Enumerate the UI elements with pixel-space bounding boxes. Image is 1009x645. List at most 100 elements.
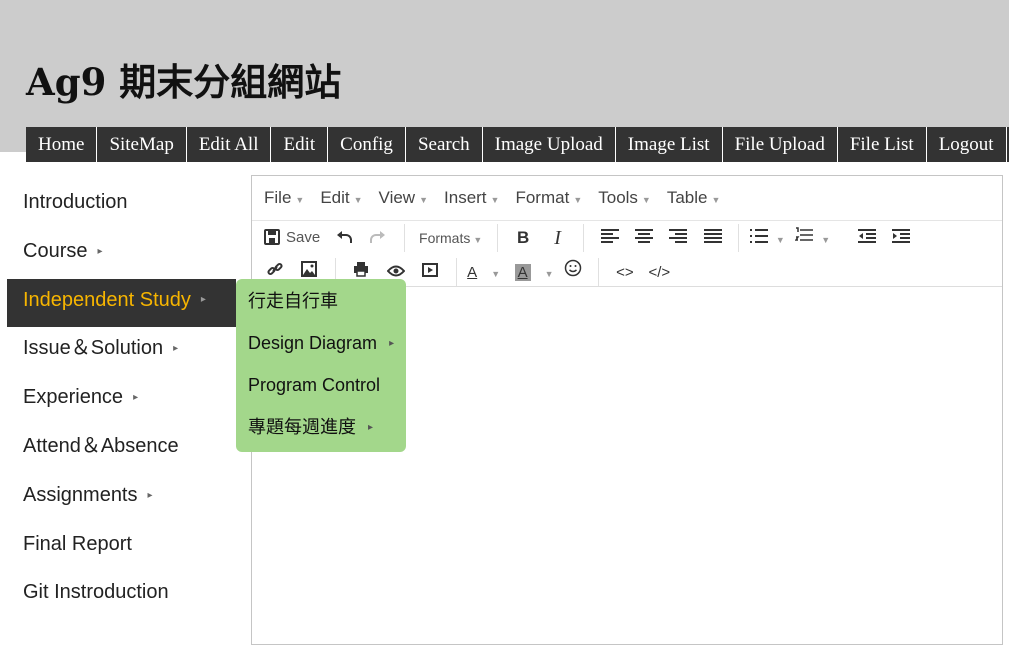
toolbar-separator bbox=[598, 258, 600, 286]
chevron-down-icon: ▼ bbox=[419, 195, 429, 205]
chevron-down-icon: ▼ bbox=[353, 195, 363, 205]
caret-right-icon: ▸ bbox=[200, 294, 206, 306]
outdent-button[interactable] bbox=[852, 221, 882, 255]
indent-icon bbox=[892, 229, 911, 243]
submenu-item-4[interactable]: 專題每週進度 ▸ bbox=[236, 406, 406, 448]
sidebar-item-label: Assignments bbox=[23, 483, 138, 506]
background-color-button[interactable]: A ▼ bbox=[514, 255, 554, 289]
emoticons-button[interactable] bbox=[558, 255, 588, 289]
nav-edit-all[interactable]: Edit All bbox=[187, 127, 272, 162]
align-center-button[interactable] bbox=[629, 221, 659, 255]
menu-label: Edit bbox=[320, 188, 350, 207]
editor-toolbar-row-1: Save Formats ▼ B I ▼ ▼ bbox=[252, 221, 1002, 255]
align-justify-button[interactable] bbox=[698, 221, 728, 255]
bullet-list-icon bbox=[749, 229, 768, 243]
align-left-icon bbox=[600, 229, 619, 243]
submenu-item-label: Program Control bbox=[248, 375, 381, 395]
menu-view[interactable]: View ▼ bbox=[371, 176, 436, 222]
sidebar-item-git-instroduction[interactable]: Git Instroduction bbox=[7, 571, 236, 620]
sidebar-item-label: Course bbox=[23, 239, 88, 262]
emoticons-icon bbox=[564, 259, 582, 277]
menu-label: View bbox=[378, 188, 416, 207]
sidebar-item-label: Experience bbox=[23, 386, 124, 409]
sidebar-item-label: Issue＆Solution bbox=[23, 337, 164, 360]
numbered-list-button[interactable]: ▼ bbox=[794, 221, 831, 255]
nav-file-list[interactable]: File List bbox=[838, 127, 927, 162]
sidebar-item-issue-solution[interactable]: Issue＆Solution ▸ bbox=[7, 327, 236, 376]
bold-button[interactable]: B bbox=[508, 221, 538, 255]
caret-right-icon: ▸ bbox=[368, 422, 374, 434]
editor-menubar: File ▼ Edit ▼ View ▼ Insert ▼ Format ▼ Tools ▼ Table… bbox=[252, 176, 1002, 221]
nav-config[interactable]: Config bbox=[328, 127, 406, 162]
undo-button[interactable] bbox=[329, 221, 359, 255]
menu-file[interactable]: File ▼ bbox=[256, 176, 312, 222]
align-center-icon bbox=[635, 229, 653, 243]
nav-sitemap[interactable]: SiteMap bbox=[97, 127, 187, 162]
outdent-icon bbox=[858, 229, 877, 243]
sidebar-item-assignments[interactable]: Assignments ▸ bbox=[7, 474, 236, 523]
chevron-down-icon: ▼ bbox=[491, 269, 501, 279]
save-icon bbox=[264, 229, 280, 245]
sidebar-item-attend-absence[interactable]: Attend＆Absence bbox=[7, 425, 236, 474]
numbered-list-icon bbox=[794, 227, 814, 241]
image-icon bbox=[301, 261, 318, 277]
chevron-down-icon: ▼ bbox=[490, 195, 500, 205]
toolbar-separator bbox=[496, 224, 498, 252]
chevron-down-icon: ▼ bbox=[295, 195, 305, 205]
menu-table[interactable]: Table ▼ bbox=[659, 176, 729, 222]
sidebar-item-label: Final Report bbox=[23, 532, 132, 555]
source-code-button[interactable]: </> bbox=[644, 255, 674, 289]
nav-file-upload[interactable]: File Upload bbox=[723, 127, 838, 162]
submenu-item-label: Design Diagram bbox=[248, 333, 378, 353]
sidebar-item-label: Attend＆Absence bbox=[23, 434, 179, 457]
nav-image-upload[interactable]: Image Upload bbox=[483, 127, 616, 162]
chevron-down-icon: ▼ bbox=[821, 235, 831, 245]
toolbar-separator bbox=[455, 258, 457, 286]
sidebar-item-course[interactable]: Course ▸ bbox=[7, 230, 236, 279]
submenu-item-3[interactable]: Program Control bbox=[236, 364, 406, 406]
submenu-item-1[interactable]: 行走自行車 bbox=[236, 280, 406, 322]
caret-right-icon: ▸ bbox=[173, 343, 179, 355]
code-sample-icon: <> bbox=[616, 264, 634, 281]
indent-button[interactable] bbox=[886, 221, 916, 255]
text-color-button[interactable]: A ▼ bbox=[467, 255, 500, 289]
undo-icon bbox=[336, 231, 352, 243]
preview-icon bbox=[386, 265, 406, 277]
menu-label: Format bbox=[515, 188, 570, 207]
sidebar-item-introduction[interactable]: Introduction bbox=[7, 181, 236, 230]
sidebar-item-final-report[interactable]: Final Report bbox=[7, 523, 236, 572]
media-button[interactable] bbox=[415, 255, 445, 289]
independent-study-submenu: 行走自行車 Design Diagram ▸ Program Control 專題每週進… bbox=[236, 279, 406, 452]
menu-tools[interactable]: Tools ▼ bbox=[590, 176, 659, 222]
sidebar-item-independent-study[interactable]: Independent Study ▸ bbox=[7, 278, 236, 328]
align-right-button[interactable] bbox=[663, 221, 693, 255]
menu-format[interactable]: Format ▼ bbox=[507, 176, 590, 222]
link-icon bbox=[267, 262, 283, 276]
code-sample-button[interactable]: <> bbox=[610, 255, 640, 289]
menu-label: File bbox=[264, 188, 292, 207]
align-justify-icon bbox=[703, 229, 722, 243]
menu-label: Tools bbox=[598, 188, 638, 207]
save-button[interactable]: Save bbox=[260, 221, 324, 255]
nav-edit[interactable]: Edit bbox=[271, 127, 329, 162]
bullet-list-button[interactable]: ▼ bbox=[749, 221, 785, 255]
italic-button[interactable]: I bbox=[543, 221, 573, 255]
chevron-down-icon: ▼ bbox=[641, 195, 651, 205]
bold-icon: B bbox=[517, 228, 530, 247]
sidebar-item-experience[interactable]: Experience ▸ bbox=[7, 376, 236, 425]
nav-search[interactable]: Search bbox=[406, 127, 483, 162]
redo-button[interactable] bbox=[363, 221, 393, 255]
chevron-down-icon: ▼ bbox=[544, 269, 554, 279]
menu-label: Table bbox=[666, 188, 708, 207]
submenu-item-2[interactable]: Design Diagram ▸ bbox=[236, 322, 406, 364]
nav-home[interactable]: Home bbox=[26, 127, 98, 162]
nav-logout[interactable]: Logout bbox=[927, 127, 1007, 162]
menu-edit[interactable]: Edit ▼ bbox=[312, 176, 370, 222]
toolbar-separator bbox=[583, 224, 585, 252]
align-left-button[interactable] bbox=[595, 221, 625, 255]
nav-image-list[interactable]: Image List bbox=[616, 127, 723, 162]
sidebar-item-label: Git Instroduction bbox=[23, 581, 169, 604]
chevron-down-icon: ▼ bbox=[711, 195, 721, 205]
menu-insert[interactable]: Insert ▼ bbox=[436, 176, 507, 222]
formats-dropdown[interactable]: Formats ▼ bbox=[415, 221, 486, 255]
